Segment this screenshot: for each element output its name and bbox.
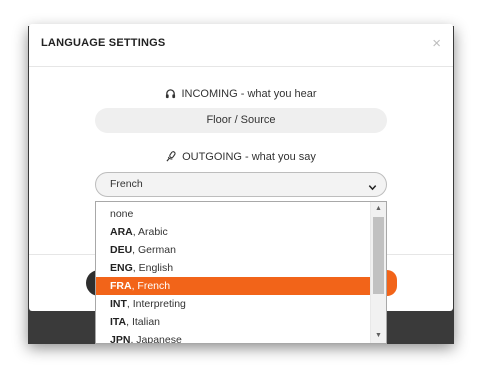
- headphones-icon: [165, 88, 176, 102]
- option-code: INT: [110, 298, 127, 310]
- chevron-down-icon: [367, 179, 378, 202]
- dropdown-option[interactable]: FRA, French: [96, 277, 371, 295]
- dropdown-option[interactable]: none: [96, 205, 371, 223]
- option-name: , French: [131, 280, 171, 292]
- dropdown-scrollbar[interactable]: ▲ ▼: [370, 202, 386, 343]
- outgoing-label: OUTGOING - what you say: [29, 151, 453, 165]
- option-name: , Italian: [126, 316, 160, 328]
- outgoing-label-text: OUTGOING - what you say: [182, 151, 316, 163]
- dropdown-option[interactable]: JPN, Japanese: [96, 331, 371, 344]
- option-name: , German: [132, 244, 176, 256]
- dropdown-option[interactable]: ITA, Italian: [96, 313, 371, 331]
- microphone-icon: [166, 151, 177, 165]
- option-code: ITA: [110, 316, 127, 328]
- option-name: none: [110, 208, 134, 220]
- incoming-label-text: INCOMING - what you hear: [181, 88, 317, 100]
- dropdown-option[interactable]: ENG, English: [96, 259, 371, 277]
- scrollbar-thumb[interactable]: [373, 217, 384, 294]
- dropdown-option[interactable]: INT, Interpreting: [96, 295, 371, 313]
- option-code: ENG: [110, 262, 133, 274]
- close-icon[interactable]: ×: [432, 36, 441, 51]
- dropdown-options: none ARA, Arabic DEU, German ENG, English FR…: [96, 205, 371, 344]
- scroll-down-arrow-icon[interactable]: ▼: [371, 329, 386, 343]
- option-code: ARA: [110, 226, 133, 238]
- language-dropdown-list[interactable]: none ARA, Arabic DEU, German ENG, English FR…: [95, 201, 387, 344]
- option-code: JPN: [110, 334, 131, 344]
- dialog-title: LANGUAGE SETTINGS: [41, 37, 166, 49]
- dialog-header: LANGUAGE SETTINGS ×: [29, 24, 453, 67]
- scroll-up-arrow-icon[interactable]: ▲: [371, 202, 386, 216]
- outgoing-language-select[interactable]: French: [95, 172, 387, 197]
- option-name: , Arabic: [132, 226, 168, 238]
- outgoing-selected-value: French: [110, 178, 143, 190]
- option-code: DEU: [110, 244, 133, 256]
- dropdown-option[interactable]: DEU, German: [96, 241, 371, 259]
- incoming-label: INCOMING - what you hear: [29, 88, 453, 102]
- dropdown-option[interactable]: ARA, Arabic: [96, 223, 371, 241]
- option-name: , Interpreting: [126, 298, 186, 310]
- option-name: , Japanese: [130, 334, 182, 344]
- option-name: , English: [132, 262, 174, 274]
- incoming-source-field: Floor / Source: [95, 108, 387, 133]
- option-code: FRA: [110, 280, 132, 292]
